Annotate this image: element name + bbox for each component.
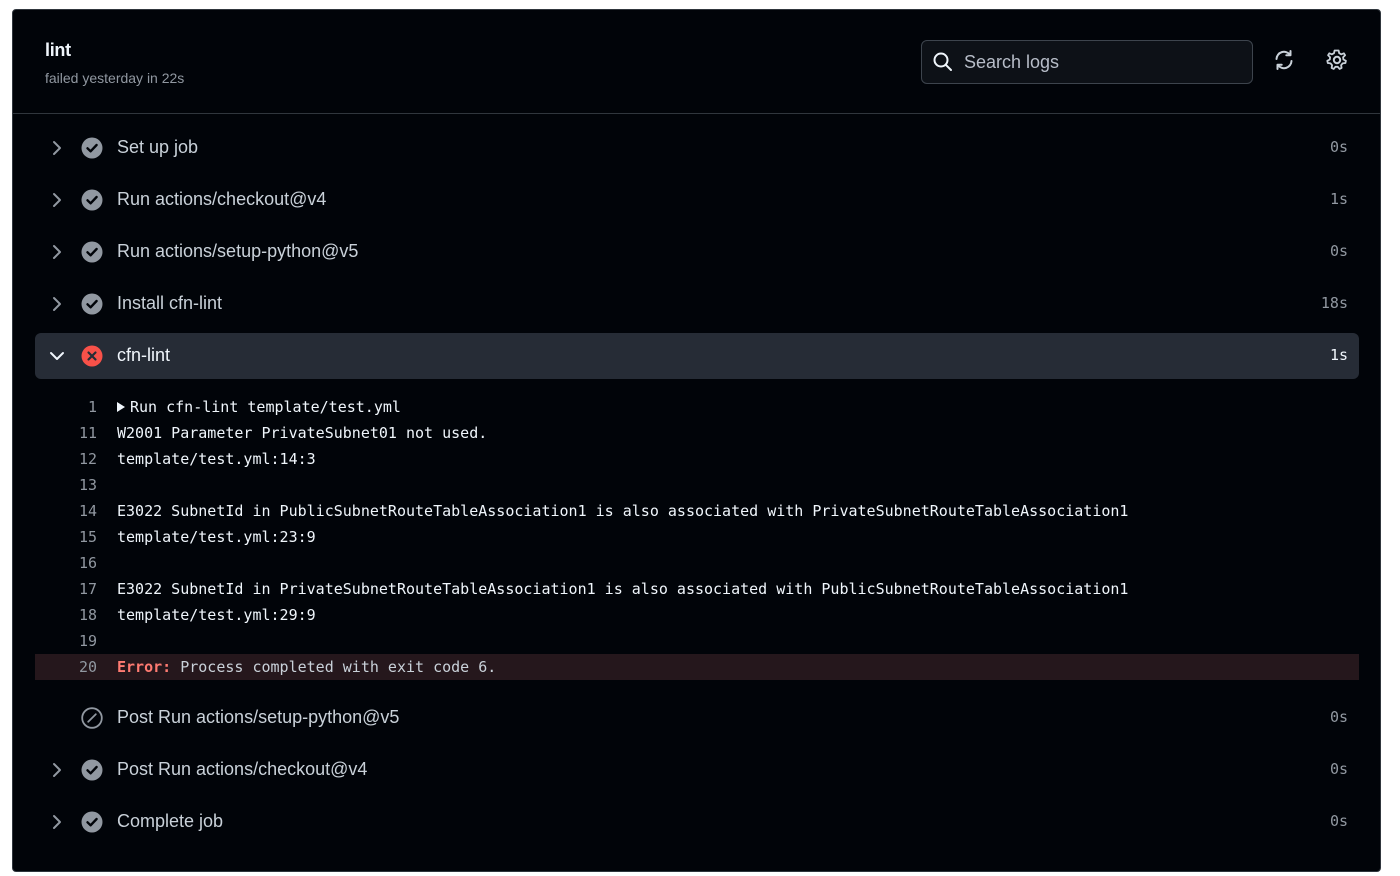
chevron-right-icon — [47, 138, 67, 158]
search-icon — [932, 51, 954, 73]
line-number[interactable]: 18 — [35, 606, 97, 624]
chevron-right-icon — [47, 190, 67, 210]
log-text: Run cfn-lint template/test.yml — [130, 398, 401, 416]
log-text: template/test.yml:14:3 — [117, 450, 316, 468]
log-line-error: 20 Error: Process completed with exit co… — [35, 654, 1359, 680]
step-name: Run actions/setup-python@v5 — [117, 241, 359, 261]
refresh-button[interactable] — [1269, 47, 1299, 77]
step-install-cfn-lint[interactable]: Install cfn-lint 18s — [35, 281, 1359, 327]
step-name: Set up job — [117, 137, 199, 157]
step-name: Post Run actions/checkout@v4 — [117, 759, 368, 779]
chevron-down-icon — [47, 346, 67, 366]
triangle-right-icon[interactable] — [117, 402, 125, 412]
skipped-icon — [81, 707, 103, 729]
line-number[interactable]: 14 — [35, 502, 97, 520]
log-line: 15 template/test.yml:23:9 — [35, 524, 1359, 550]
line-number[interactable]: 13 — [35, 476, 97, 494]
gear-icon — [1325, 48, 1349, 77]
chevron-right-icon — [47, 760, 67, 780]
x-circle-icon — [81, 345, 103, 367]
job-title: lint — [45, 40, 71, 60]
line-number[interactable]: 12 — [35, 450, 97, 468]
step-name: Complete job — [117, 811, 224, 831]
settings-button[interactable] — [1322, 47, 1352, 77]
step-name: cfn-lint — [117, 345, 171, 365]
step-run-checkout[interactable]: Run actions/checkout@v4 1s — [35, 177, 1359, 223]
step-complete-job[interactable]: Complete job 0s — [35, 799, 1359, 845]
check-circle-icon — [81, 189, 103, 211]
job-log-panel: lint failed yesterday in 22s Search logs… — [12, 9, 1381, 872]
line-number[interactable]: 11 — [35, 424, 97, 442]
sync-icon — [1272, 48, 1296, 77]
check-circle-icon — [81, 811, 103, 833]
chevron-right-icon — [47, 294, 67, 314]
log-text: Process completed with exit code 6. — [171, 658, 497, 676]
log-text: template/test.yml:23:9 — [117, 528, 316, 546]
log-line[interactable]: 1 Run cfn-lint template/test.yml — [35, 394, 1359, 420]
log-line: 19 — [35, 628, 1359, 654]
step-duration: 0s — [1329, 760, 1348, 778]
step-duration: 18s — [1320, 294, 1348, 312]
log-line: 18 template/test.yml:29:9 — [35, 602, 1359, 628]
step-run-setup-python[interactable]: Run actions/setup-python@v5 0s — [35, 229, 1359, 275]
log-text: E3022 SubnetId in PublicSubnetRouteTable… — [117, 502, 1129, 520]
step-post-run-checkout[interactable]: Post Run actions/checkout@v4 0s — [35, 747, 1359, 793]
log-line: 17 E3022 SubnetId in PrivateSubnetRouteT… — [35, 576, 1359, 602]
job-status-subtitle: failed yesterday in 22s — [45, 70, 185, 86]
step-duration: 0s — [1329, 708, 1348, 726]
step-name: Run actions/checkout@v4 — [117, 189, 327, 209]
log-text: W2001 Parameter PrivateSubnet01 not used… — [117, 424, 488, 442]
check-circle-icon — [81, 759, 103, 781]
search-logs-input[interactable] — [964, 41, 1244, 83]
step-cfn-lint[interactable]: cfn-lint 1s — [35, 333, 1359, 379]
line-number[interactable]: 20 — [35, 658, 97, 676]
job-header: lint failed yesterday in 22s — [13, 10, 1380, 114]
error-label: Error: — [117, 658, 172, 676]
step-name: Post Run actions/setup-python@v5 — [117, 707, 400, 727]
log-line: 16 — [35, 550, 1359, 576]
line-number[interactable]: 16 — [35, 554, 97, 572]
log-line: 14 E3022 SubnetId in PublicSubnetRouteTa… — [35, 498, 1359, 524]
step-duration: 1s — [1329, 346, 1348, 364]
log-text: template/test.yml:29:9 — [117, 606, 316, 624]
line-number[interactable]: 15 — [35, 528, 97, 546]
log-line: 13 — [35, 472, 1359, 498]
line-number[interactable]: 19 — [35, 632, 97, 650]
log-line: 11 W2001 Parameter PrivateSubnet01 not u… — [35, 420, 1359, 446]
check-circle-icon — [81, 293, 103, 315]
line-number[interactable]: 1 — [35, 398, 97, 416]
step-duration: 0s — [1329, 242, 1348, 260]
chevron-right-icon — [47, 242, 67, 262]
step-post-run-setup-python[interactable]: Post Run actions/setup-python@v5 0s — [35, 695, 1359, 741]
step-set-up-job[interactable]: Set up job 0s — [35, 125, 1359, 171]
step-duration: 1s — [1329, 190, 1348, 208]
log-text: E3022 SubnetId in PrivateSubnetRouteTabl… — [117, 580, 1129, 598]
check-circle-icon — [81, 241, 103, 263]
step-duration: 0s — [1329, 812, 1348, 830]
step-name: Install cfn-lint — [117, 293, 223, 313]
step-duration: 0s — [1329, 138, 1348, 156]
chevron-right-icon — [47, 812, 67, 832]
log-line: 12 template/test.yml:14:3 — [35, 446, 1359, 472]
line-number[interactable]: 17 — [35, 580, 97, 598]
check-circle-icon — [81, 137, 103, 159]
search-logs-box[interactable] — [921, 40, 1253, 84]
